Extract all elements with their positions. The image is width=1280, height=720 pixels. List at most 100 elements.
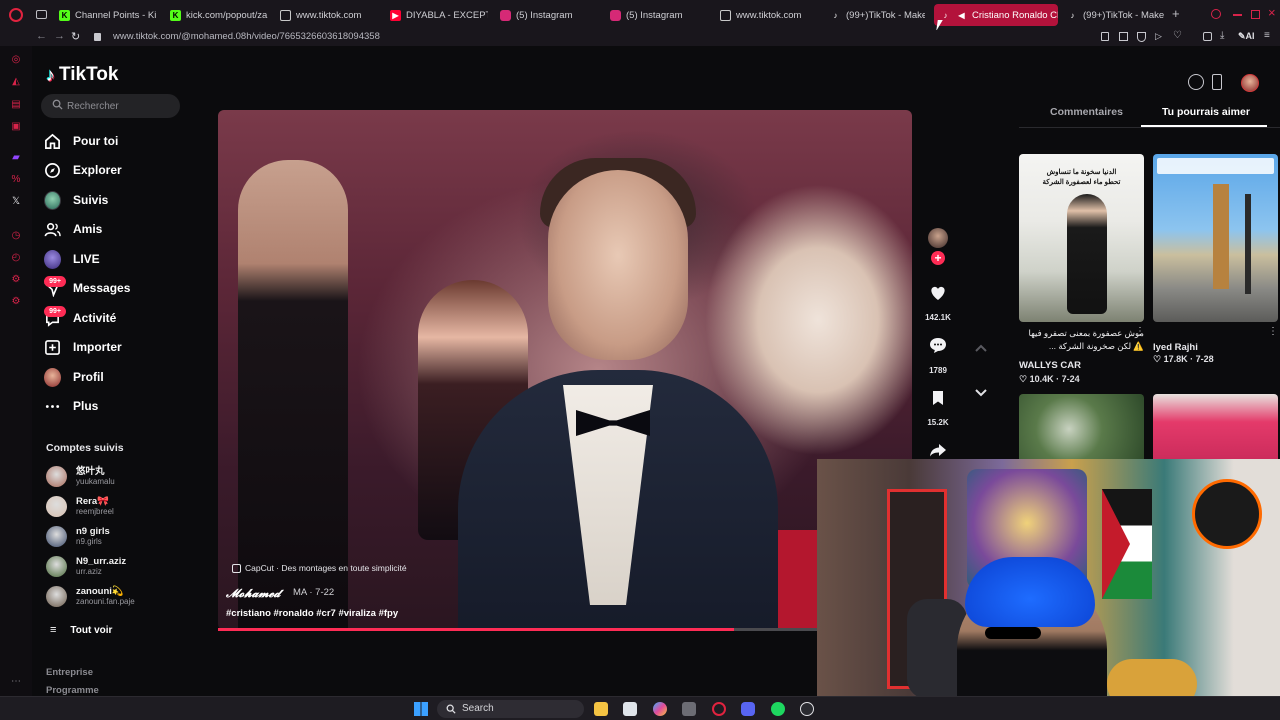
bookmark-icon[interactable] bbox=[928, 388, 948, 408]
followed-account[interactable]: n9 girls n9.girls bbox=[46, 524, 110, 548]
tiktok-logo[interactable]: ♪ TikTok bbox=[46, 64, 118, 86]
browser-tab[interactable]: (5) Instagram bbox=[610, 4, 710, 26]
see-all-link[interactable]: ≡ Tout voir bbox=[50, 624, 112, 636]
footer-link-program[interactable]: Programme bbox=[46, 685, 99, 696]
clock-icon[interactable]: ◴ bbox=[10, 252, 22, 264]
settings-icon[interactable]: ⚙ bbox=[10, 296, 22, 308]
author-avatar[interactable] bbox=[928, 228, 948, 248]
minimize-icon[interactable] bbox=[1233, 14, 1242, 16]
browser-tab[interactable]: ♪ (99+)TikTok - Make Y bbox=[1067, 4, 1165, 26]
url-field[interactable]: www.tiktok.com/@mohamed.08h/video/766532… bbox=[113, 31, 380, 42]
heart-icon[interactable]: ♡ bbox=[1173, 30, 1182, 41]
opera-logo-icon[interactable] bbox=[9, 8, 23, 22]
opera-taskbar-icon[interactable] bbox=[712, 702, 726, 716]
discord-icon[interactable] bbox=[741, 702, 755, 716]
chevron-down-icon[interactable] bbox=[971, 382, 991, 402]
messenger-icon[interactable]: ▤ bbox=[10, 99, 22, 111]
new-tab-plus-icon[interactable]: + bbox=[1172, 6, 1180, 21]
lock-icon[interactable] bbox=[94, 33, 101, 41]
tab-comments[interactable]: Commentaires bbox=[1050, 106, 1123, 118]
store-icon[interactable] bbox=[623, 702, 637, 716]
browser-tab[interactable]: ♪ (99+)TikTok - Make Y bbox=[830, 4, 926, 26]
taskbar-search[interactable]: Search bbox=[437, 700, 584, 718]
follow-plus-icon[interactable]: + bbox=[931, 251, 945, 265]
history-icon[interactable]: ◷ bbox=[10, 230, 22, 242]
chevron-up-icon[interactable] bbox=[971, 339, 991, 359]
search-tabs-icon[interactable] bbox=[1211, 9, 1221, 19]
crypto-wallet-icon[interactable]: ◭ bbox=[10, 76, 22, 88]
twitch-icon[interactable]: ▰ bbox=[10, 152, 22, 164]
device-icon[interactable] bbox=[1212, 74, 1222, 90]
extensions-icon[interactable]: ⚙ bbox=[10, 274, 22, 286]
tiles-icon[interactable]: ▣ bbox=[10, 121, 22, 133]
video-author[interactable]: 𝓜𝓸𝓱𝓪𝓶𝓮𝓭 bbox=[226, 586, 280, 601]
obs-icon[interactable] bbox=[800, 702, 814, 716]
download-icon[interactable]: ⤓ bbox=[1220, 30, 1224, 41]
coins-icon[interactable] bbox=[1188, 74, 1204, 90]
nav-item-profil[interactable]: Profil bbox=[44, 366, 104, 388]
followed-account[interactable]: zanouni💫 zanouni.fan.paje bbox=[46, 584, 135, 608]
recommended-video-thumbnail[interactable] bbox=[1153, 394, 1278, 464]
copilot-icon[interactable] bbox=[653, 702, 667, 716]
followed-account[interactable]: 悠叶丸 yuukamalu bbox=[46, 464, 115, 488]
video-player[interactable] bbox=[218, 110, 912, 630]
play-icon[interactable]: ▷ bbox=[1155, 31, 1162, 42]
forward-icon[interactable]: → bbox=[54, 30, 65, 42]
aria-icon[interactable]: ◎ bbox=[10, 54, 22, 66]
nav-item-importer[interactable]: Importer bbox=[44, 336, 122, 358]
recommended-video-author[interactable]: Iyed Rajhi bbox=[1153, 342, 1198, 353]
nav-item-amis[interactable]: Amis bbox=[44, 218, 102, 240]
nav-item-pour-toi[interactable]: Pour toi bbox=[44, 130, 118, 152]
percent-icon[interactable]: % bbox=[10, 174, 22, 186]
heart-icon[interactable] bbox=[928, 283, 948, 303]
more-options-icon[interactable]: ⋮ bbox=[1268, 326, 1278, 337]
nav-item-suivis[interactable]: Suivis bbox=[44, 189, 108, 211]
capcut-tag[interactable]: CapCut · Des montages en toute simplicit… bbox=[232, 563, 407, 573]
followed-account[interactable]: N9_urr.aziz urr.aziz bbox=[46, 554, 126, 578]
nav-item-explorer[interactable]: Explorer bbox=[44, 159, 122, 181]
tab-recommendations[interactable]: Tu pourrais aimer bbox=[1162, 106, 1250, 118]
wallet-icon[interactable] bbox=[1203, 32, 1212, 41]
maximize-icon[interactable] bbox=[1251, 10, 1260, 19]
speaker-icon[interactable]: ◀ bbox=[956, 10, 967, 21]
more-options-icon[interactable]: ⋮ bbox=[1135, 326, 1145, 337]
reload-icon[interactable]: ↻ bbox=[71, 30, 80, 43]
browser-tab[interactable]: ▶ DIYABLA - EXCEPTIO bbox=[390, 4, 488, 26]
search-input[interactable] bbox=[67, 98, 172, 114]
browser-tab[interactable]: www.tiktok.com bbox=[280, 4, 380, 26]
followed-account[interactable]: Rera🎀 reemjbreel bbox=[46, 494, 114, 518]
search-box[interactable] bbox=[41, 94, 180, 118]
x-twitter-icon[interactable]: 𝕏 bbox=[10, 196, 22, 208]
more-rail-icon[interactable]: ⋯ bbox=[10, 676, 22, 688]
browser-tab[interactable]: www.tiktok.com bbox=[720, 4, 820, 26]
calculator-icon[interactable] bbox=[682, 702, 696, 716]
browser-tab[interactable]: K kick.com/popout/zan bbox=[170, 4, 268, 26]
browser-tab[interactable]: (5) Instagram bbox=[500, 4, 600, 26]
recommended-video-thumbnail[interactable] bbox=[1019, 394, 1144, 464]
back-icon[interactable]: ← bbox=[36, 30, 47, 42]
ai-icon[interactable]: ✎AI bbox=[1238, 31, 1255, 42]
user-avatar[interactable] bbox=[1241, 74, 1259, 92]
menu-icon[interactable]: ≡ bbox=[1264, 30, 1270, 41]
recommended-video-thumbnail[interactable]: الدنيا سخونة ما تنساوش تحطو ماء لعصفورة … bbox=[1019, 154, 1144, 322]
recommended-video-title[interactable]: موش عصفورة بمعنى تصفرو فيها ⚠️ لكن صخرون… bbox=[1019, 327, 1144, 353]
spotify-icon[interactable] bbox=[771, 702, 785, 716]
pin-icon[interactable] bbox=[1101, 32, 1109, 41]
nav-item-plus[interactable]: Plus bbox=[44, 395, 98, 417]
comment-icon[interactable] bbox=[928, 335, 948, 355]
browser-tab-active[interactable]: ♪ ◀ Cristiano Ronaldo CR7 bbox=[934, 4, 1058, 26]
tab-list-icon[interactable] bbox=[36, 10, 47, 19]
video-progress-bar[interactable] bbox=[218, 628, 818, 631]
windows-start-icon[interactable] bbox=[414, 702, 428, 716]
shield-icon[interactable] bbox=[1137, 32, 1146, 42]
share-icon[interactable] bbox=[928, 440, 948, 460]
recommended-video-thumbnail[interactable] bbox=[1153, 154, 1278, 322]
close-window-icon[interactable]: × bbox=[1268, 5, 1276, 20]
snapshot-icon[interactable] bbox=[1119, 32, 1128, 41]
footer-link-business[interactable]: Entreprise bbox=[46, 667, 93, 678]
nav-item-live[interactable]: LIVE bbox=[44, 248, 100, 270]
browser-tab[interactable]: K Channel Points - Kick bbox=[59, 4, 156, 26]
recommended-video-author[interactable]: WALLYS CAR bbox=[1019, 360, 1081, 371]
file-explorer-icon[interactable] bbox=[594, 702, 608, 716]
video-caption[interactable]: #cristiano #ronaldo #cr7 #viraliza #fpy bbox=[226, 608, 398, 619]
